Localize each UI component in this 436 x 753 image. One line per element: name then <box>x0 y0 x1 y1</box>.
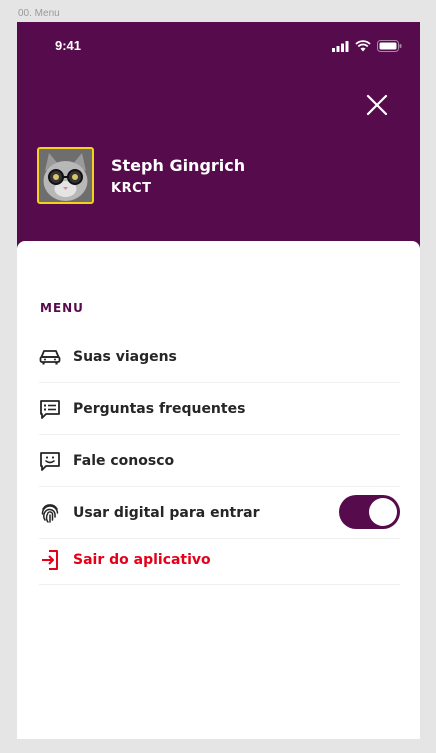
user-company: KRCT <box>111 180 152 196</box>
close-button[interactable] <box>364 92 390 118</box>
cat-with-glasses-avatar <box>39 149 92 202</box>
menu-item-perguntas-frequentes[interactable]: Perguntas frequentes <box>39 383 400 435</box>
menu-item-fale-conosco[interactable]: Fale conosco <box>39 435 400 487</box>
toggle-knob <box>369 498 397 526</box>
phone-screen: 9:41 Steph Gingrich KRCT MENU Suas viage… <box>17 22 420 739</box>
menu-header: 9:41 Steph Gingrich KRCT <box>17 22 420 248</box>
menu-item-usar-digital: Usar digital para entrar <box>39 487 400 539</box>
chat-smile-icon <box>39 450 61 472</box>
status-time: 9:41 <box>55 38 82 53</box>
menu-item-suas-viagens[interactable]: Suas viagens <box>39 331 400 383</box>
menu-item-label: Suas viagens <box>73 348 177 365</box>
frame-label: 00. Menu <box>18 8 60 19</box>
user-profile: Steph Gingrich KRCT <box>37 147 245 204</box>
menu-item-sair-do-aplicativo[interactable]: Sair do aplicativo <box>39 536 400 585</box>
menu-item-label: Usar digital para entrar <box>73 504 260 521</box>
menu-item-label: Sair do aplicativo <box>73 552 211 568</box>
close-icon <box>366 94 388 116</box>
car-icon <box>39 346 61 368</box>
fingerprint-icon <box>39 502 61 524</box>
menu-item-label: Perguntas frequentes <box>73 400 246 417</box>
menu-item-label: Fale conosco <box>73 452 175 469</box>
logout-icon <box>39 549 61 571</box>
signal-icon <box>332 40 349 52</box>
user-name: Steph Gingrich <box>111 155 246 175</box>
fingerprint-toggle[interactable] <box>339 495 400 529</box>
avatar <box>37 147 94 204</box>
menu-title: MENU <box>40 301 84 315</box>
wifi-icon <box>355 40 371 52</box>
battery-icon <box>377 40 402 52</box>
status-icons <box>332 40 402 52</box>
status-bar: 9:41 <box>17 22 420 66</box>
faq-list-icon <box>39 398 61 420</box>
menu-sheet: MENU Suas viagens Perguntas frequentes F… <box>17 241 420 739</box>
